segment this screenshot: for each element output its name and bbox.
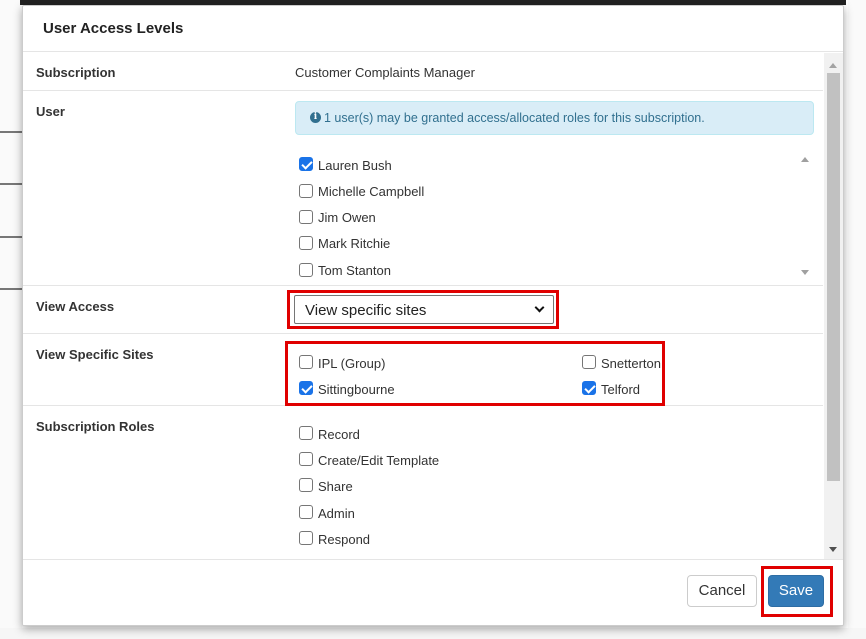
background-divider [0, 131, 22, 133]
save-button-highlight [761, 566, 833, 617]
role-checkbox[interactable] [299, 426, 313, 440]
background-divider [0, 236, 22, 238]
user-checkbox-label[interactable]: Tom Stanton [318, 263, 391, 278]
user-allocation-info-alert: i 1 user(s) may be granted access/alloca… [295, 101, 814, 135]
scroll-up-arrow-icon[interactable] [829, 63, 837, 68]
role-checkbox[interactable] [299, 531, 313, 545]
user-access-levels-dialog: User Access Levels Subscription Customer… [22, 5, 844, 626]
dialog-header: User Access Levels [23, 6, 843, 52]
dialog-title: User Access Levels [43, 20, 184, 37]
user-checkbox[interactable] [299, 157, 313, 171]
dialog-body-scrollbar[interactable] [824, 53, 843, 559]
info-alert-text: 1 user(s) may be granted access/allocate… [324, 111, 705, 125]
role-checkbox-label[interactable]: Share [318, 479, 353, 494]
user-checkbox[interactable] [299, 210, 313, 224]
user-checkbox[interactable] [299, 236, 313, 250]
subscription-roles-row: Subscription Roles [23, 406, 823, 559]
dialog-body: Subscription Customer Complaints Manager… [23, 53, 843, 559]
user-checkbox-label[interactable]: Lauren Bush [318, 158, 392, 173]
role-checkbox-label[interactable]: Admin [318, 506, 355, 521]
subscription-roles-label: Subscription Roles [36, 419, 155, 434]
user-checkbox[interactable] [299, 184, 313, 198]
view-access-highlight [287, 290, 559, 329]
info-circle-icon: i [310, 112, 321, 123]
user-checkbox[interactable] [299, 263, 313, 277]
role-checkbox-label[interactable]: Record [318, 427, 360, 442]
view-specific-sites-highlight [285, 341, 665, 406]
user-list-scroll-up-icon[interactable] [801, 157, 809, 162]
background-divider [0, 288, 22, 290]
scroll-down-arrow-icon[interactable] [829, 547, 837, 552]
role-checkbox[interactable] [299, 505, 313, 519]
user-checkbox-label[interactable]: Jim Owen [318, 210, 376, 225]
subscription-row: Subscription Customer Complaints Manager [23, 53, 823, 91]
user-checkbox-label[interactable]: Michelle Campbell [318, 184, 424, 199]
subscription-label: Subscription [36, 65, 116, 80]
cancel-button[interactable]: Cancel [687, 575, 757, 607]
view-access-label: View Access [36, 299, 115, 314]
background-divider [0, 183, 22, 185]
role-checkbox-label[interactable]: Respond [318, 532, 370, 547]
scrollbar-thumb[interactable] [827, 73, 840, 481]
role-checkbox-label[interactable]: Create/Edit Template [318, 453, 439, 468]
user-label: User [36, 104, 65, 119]
user-checkbox-label[interactable]: Mark Ritchie [318, 236, 390, 251]
background-right-edge [848, 0, 866, 639]
subscription-value: Customer Complaints Manager [295, 65, 475, 80]
user-list-scroll-down-icon[interactable] [801, 270, 809, 275]
background-bottom-edge [0, 628, 866, 639]
role-checkbox[interactable] [299, 452, 313, 466]
view-specific-sites-label: View Specific Sites [36, 347, 154, 362]
role-checkbox[interactable] [299, 478, 313, 492]
dialog-footer: Cancel Save [23, 559, 843, 625]
background-left-edge [0, 0, 22, 639]
